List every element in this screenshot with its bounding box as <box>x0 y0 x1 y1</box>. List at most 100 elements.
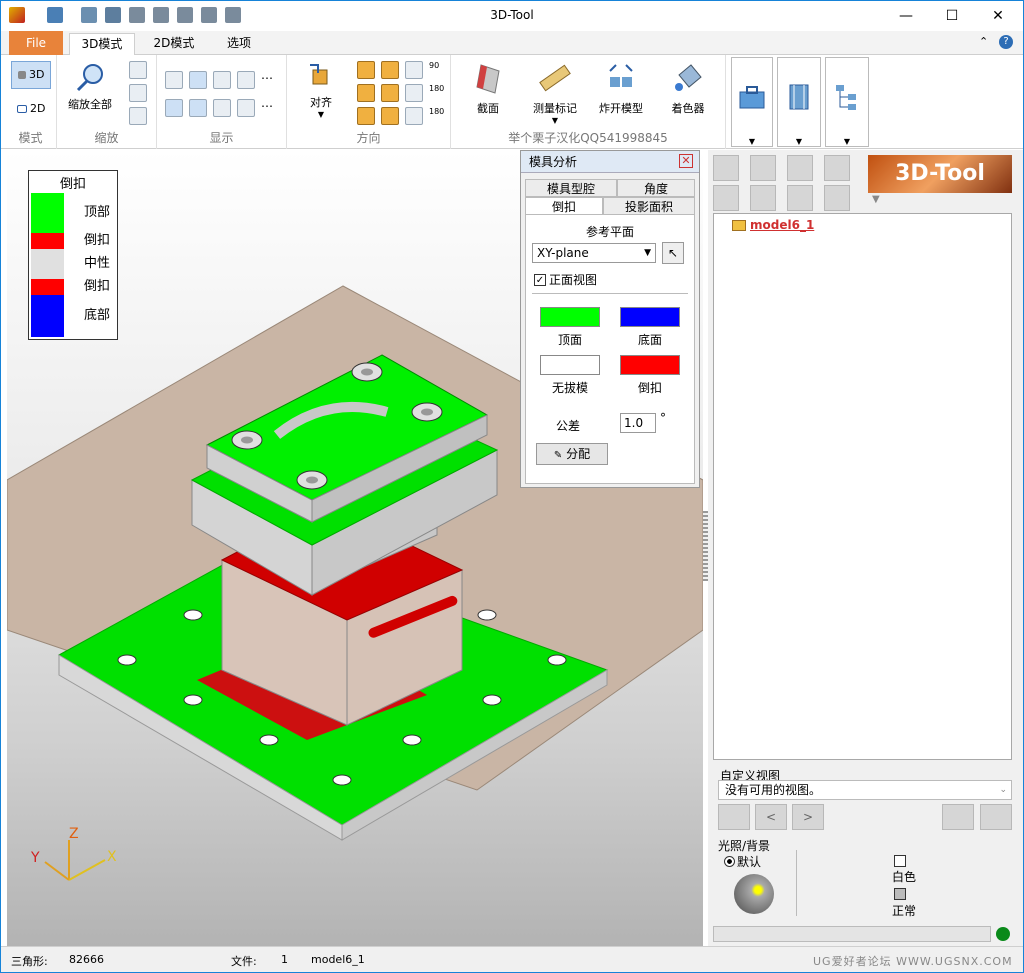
ref-plane-select[interactable]: XY-plane ▼ <box>532 243 656 263</box>
model-tree[interactable]: model6_1 <box>713 213 1012 760</box>
legend-title: 倒扣 <box>59 177 86 192</box>
prev-view-button[interactable]: < <box>755 804 787 830</box>
color-swatch-bottom[interactable] <box>620 307 680 327</box>
curve-display-icon[interactable] <box>165 99 183 117</box>
dimension-display-icon[interactable] <box>189 99 207 117</box>
view-back-icon[interactable] <box>357 84 375 102</box>
logo: 3D-Tool <box>868 155 1012 193</box>
right-panel: ▼ 3D-Tool model6_1 自定义视图 没有可用的视图。 ⌄ < > … <box>708 150 1023 946</box>
edge-display-icon[interactable] <box>213 99 231 117</box>
align-button[interactable]: 对齐 ▼ <box>301 61 341 119</box>
mode-group-label: 模式 <box>18 131 43 145</box>
rotate-180a-label[interactable]: 180 <box>429 84 444 93</box>
legend-item: 倒扣 <box>31 279 116 295</box>
isolate-icon[interactable] <box>787 155 813 181</box>
view-left-icon[interactable] <box>357 107 375 125</box>
colorize-button[interactable]: 着色器 <box>663 61 713 116</box>
default-light-label: 默认 <box>737 855 762 869</box>
toolbox-button[interactable]: ▼ <box>731 57 773 147</box>
save-view-icon[interactable] <box>942 804 974 830</box>
color-label-no-draft: 无拔模 <box>551 381 588 395</box>
tab-3d-mode[interactable]: 3D模式 <box>69 33 135 56</box>
display-group: ⋯ ⋯ 显示 <box>157 55 287 149</box>
color-swatch-no-draft[interactable] <box>540 355 600 375</box>
section-button[interactable]: 截面 <box>467 61 509 116</box>
explode-button[interactable]: 炸开模型 <box>595 61 647 116</box>
front-view-checkbox[interactable]: ✓ 正面视图 <box>534 271 597 288</box>
tab-angle[interactable]: 角度 <box>617 179 695 197</box>
collapse-ribbon-icon[interactable]: ⌃ <box>979 35 988 48</box>
point-display-icon[interactable] <box>237 99 255 117</box>
zoom-window-icon[interactable] <box>129 84 147 102</box>
filter-icon[interactable] <box>787 185 813 211</box>
view-right-icon[interactable] <box>381 61 399 79</box>
funnel-icon[interactable]: ▼ <box>872 194 880 205</box>
zoom-all-button[interactable]: 缩放全部 <box>61 61 119 112</box>
maximize-button[interactable]: ☐ <box>929 1 975 31</box>
tolerance-input[interactable]: 1.0 <box>620 413 656 433</box>
tree-collapse-icon[interactable] <box>750 185 776 211</box>
tree-more-icon[interactable] <box>824 185 850 211</box>
mode-3d-button[interactable]: 3D <box>11 61 51 89</box>
tab-options[interactable]: 选项 <box>213 33 265 55</box>
normal-bg-swatch[interactable] <box>894 888 906 900</box>
view-front-icon[interactable] <box>357 61 375 79</box>
toolbox-dropdown-icon: ▼ <box>748 137 756 146</box>
rotate-x-icon[interactable] <box>405 61 423 79</box>
mode-2d-button[interactable]: 2D <box>11 97 51 121</box>
axis-x-label: X <box>107 849 117 865</box>
tree-expand-icon[interactable] <box>713 185 739 211</box>
color-swatch-top[interactable] <box>540 307 600 327</box>
refresh-view-icon[interactable] <box>980 804 1012 830</box>
tab-2d-mode[interactable]: 2D模式 <box>141 33 207 55</box>
view-top-icon[interactable] <box>381 84 399 102</box>
display-more2-icon[interactable]: ⋯ <box>261 99 279 117</box>
animation-button[interactable]: ▼ <box>777 57 821 147</box>
transparent-view-icon[interactable] <box>213 71 231 89</box>
zoom-out-icon[interactable] <box>129 107 147 125</box>
close-window-button[interactable]: ✕ <box>975 1 1021 31</box>
pick-plane-button[interactable]: ↖ <box>662 242 684 264</box>
color-swatch-undercut[interactable] <box>620 355 680 375</box>
film-strip-icon <box>789 84 809 110</box>
explode-label: 炸开模型 <box>599 102 643 115</box>
rotate-y-icon[interactable] <box>405 84 423 102</box>
view-iso-icon[interactable] <box>381 107 399 125</box>
direction-group: 对齐 ▼ 90 180 180 方向 <box>287 55 451 149</box>
measure-button[interactable]: 测量标记 ▼ <box>529 61 581 125</box>
rotate-z-icon[interactable] <box>405 107 423 125</box>
add-view-icon[interactable] <box>718 804 750 830</box>
sheet-icon <box>16 105 27 113</box>
minimize-button[interactable]: — <box>883 1 929 31</box>
tolerance-label: 公差 <box>556 419 581 433</box>
tab-mold-cavity[interactable]: 模具型腔 <box>525 179 617 197</box>
wireframe-icon[interactable] <box>237 71 255 89</box>
zoom-in-icon[interactable] <box>129 61 147 79</box>
rotate-180b-label[interactable]: 180 <box>429 107 444 116</box>
normal-bg-label: 正常 <box>892 904 917 918</box>
close-panel-icon[interactable]: ✕ <box>679 154 693 168</box>
ruler-icon <box>539 64 571 92</box>
tab-projected-area[interactable]: 投影面积 <box>603 197 695 215</box>
structure-button[interactable]: ▼ <box>825 57 869 147</box>
show-icon[interactable] <box>713 155 739 181</box>
rotate-90-label[interactable]: 90 <box>429 61 439 70</box>
tab-file[interactable]: File <box>9 31 63 55</box>
display-more-icon[interactable]: ⋯ <box>261 71 279 89</box>
default-light-radio[interactable]: 默认 <box>724 853 761 870</box>
reset-visibility-icon[interactable] <box>824 155 850 181</box>
tree-item[interactable]: model6_1 <box>732 218 814 232</box>
shaded-edges-icon[interactable] <box>189 71 207 89</box>
shaded-view-icon[interactable] <box>165 71 183 89</box>
tab-undercut[interactable]: 倒扣 <box>525 197 603 215</box>
help-icon[interactable]: ? <box>999 35 1013 49</box>
white-bg-checkbox[interactable] <box>894 855 906 867</box>
next-view-button[interactable]: > <box>792 804 824 830</box>
assign-button[interactable]: ✎ 分配 <box>536 443 608 465</box>
hide-icon[interactable] <box>750 155 776 181</box>
chevron-down-icon: ⌄ <box>999 785 1007 795</box>
custom-view-select[interactable]: 没有可用的视图。 ⌄ <box>718 780 1012 800</box>
file-count-label: 文件: <box>231 955 257 968</box>
legend-label: 倒扣 <box>83 279 110 294</box>
light-sphere-icon[interactable] <box>734 874 774 914</box>
